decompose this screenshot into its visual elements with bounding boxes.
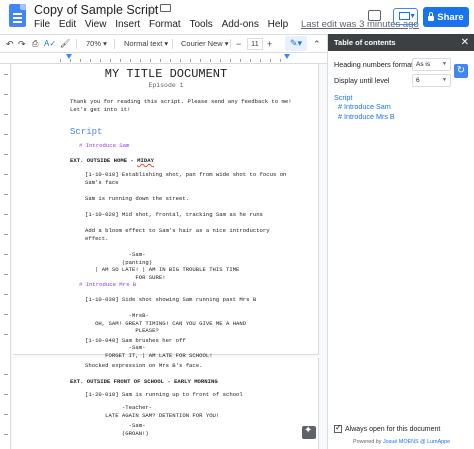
- zoom-value: 70%: [86, 39, 102, 48]
- scene-heading-1-time: MIDAY: [137, 157, 154, 164]
- toc-link-introduce-sam[interactable]: # Introduce Sam: [334, 102, 395, 111]
- numbers-format-select[interactable]: As is ▼: [412, 58, 451, 71]
- ruler-ticks: [60, 55, 290, 62]
- divider: [230, 39, 231, 49]
- dialogue-2: -MrsB- OH, SAM! GREAT TIMING! CAN YOU GI…: [95, 312, 247, 334]
- toc-sidebar: Table of contents ✕ Heading numbers form…: [327, 34, 474, 449]
- menu-tools[interactable]: Tools: [189, 19, 212, 30]
- always-open-label: Always open for this document: [345, 425, 441, 433]
- font-value: Courier New: [181, 39, 223, 48]
- intro-paragraph: Thank you for reading this script. Pleas…: [70, 98, 292, 113]
- vertical-ruler: [0, 64, 11, 449]
- editing-mode-button[interactable]: ✎▾: [285, 36, 307, 51]
- menu-help[interactable]: Help: [268, 19, 289, 30]
- toc-heading-mrsb: # Introduce Mrs B: [79, 281, 137, 288]
- zoom-select[interactable]: 70% ▾: [86, 38, 107, 50]
- collapse-icon[interactable]: ⌃: [313, 38, 321, 50]
- always-open-option[interactable]: Always open for this document: [334, 423, 441, 433]
- shot-1: [1-10-010] Establishing shot, pan from w…: [85, 171, 287, 186]
- docs-logo-icon[interactable]: [9, 4, 26, 27]
- menu-bar: File Edit View Insert Format Tools Add-o…: [34, 19, 425, 30]
- document-page-1[interactable]: MY TITLE DOCUMENT Episode 1 Thank you fo…: [13, 64, 319, 355]
- menu-addons[interactable]: Add-ons: [222, 19, 259, 30]
- display-level-label: Display until level: [334, 76, 390, 85]
- script-heading: Script: [70, 127, 103, 137]
- scene-heading-1: EXT. OUTSIDE HOME - MIDAY: [70, 157, 154, 165]
- document-canvas[interactable]: MY TITLE DOCUMENT Episode 1 Thank you fo…: [0, 64, 327, 449]
- paint-format-icon[interactable]: 🖌: [60, 38, 70, 50]
- undo-icon[interactable]: ↶: [6, 38, 14, 50]
- action-2: Add a bloom effect to Sam's hair as a ni…: [85, 227, 270, 242]
- divider: [76, 39, 77, 49]
- share-label: Share: [437, 11, 464, 23]
- left-indent-marker[interactable]: [66, 54, 72, 59]
- numbers-format-value: As is: [416, 61, 431, 68]
- font-size-field[interactable]: 11: [247, 38, 263, 50]
- scene-heading-1-text: EXT. OUTSIDE HOME -: [70, 157, 138, 164]
- toc-link-introduce-mrsb[interactable]: # Introduce Mrs B: [334, 112, 395, 121]
- dialogue-4: -Teacher- LATE AGAIN SAM? DETENTION FOR …: [105, 404, 220, 419]
- folder-icon[interactable]: [160, 4, 171, 12]
- menu-insert[interactable]: Insert: [115, 19, 140, 30]
- right-indent-marker[interactable]: [284, 54, 290, 59]
- sidebar-header: Table of contents ✕: [328, 34, 474, 51]
- toc-heading-sam: # Introduce Sam: [79, 142, 130, 149]
- dialogue-5: -Sam- (GROAN!): [121, 422, 149, 437]
- display-level-select[interactable]: 6 ▼: [412, 74, 451, 87]
- redo-icon[interactable]: ↷: [18, 38, 26, 50]
- chevron-down-icon: ▼: [442, 61, 447, 67]
- scene-heading-2: EXT. OUTSIDE FRONT OF SCHOOL - EARLY MOR…: [70, 378, 218, 385]
- share-button[interactable]: Share: [423, 7, 469, 27]
- divider: [172, 39, 173, 49]
- spellcheck-icon[interactable]: A✓: [44, 38, 56, 50]
- menu-file[interactable]: File: [34, 19, 50, 30]
- close-icon[interactable]: ✕: [461, 34, 469, 51]
- comment-history-icon[interactable]: [368, 10, 381, 21]
- present-button[interactable]: ▼: [393, 8, 418, 25]
- always-open-checkbox[interactable]: [334, 423, 342, 433]
- increase-size-icon[interactable]: +: [267, 38, 272, 50]
- powered-prefix: Powered by: [353, 439, 383, 445]
- menu-view[interactable]: View: [85, 19, 107, 30]
- horizontal-ruler[interactable]: [0, 53, 327, 64]
- decrease-size-icon[interactable]: −: [236, 38, 241, 50]
- powered-by: Powered by Josué MOENS @ LumAppe: [353, 439, 450, 445]
- divider: [114, 39, 115, 49]
- dialogue-1: -Sam- (panting) | AM SO LATE! | AM IN BI…: [95, 251, 240, 281]
- app-header: Copy of Sample Script ☆ File Edit View I…: [0, 0, 474, 34]
- font-select[interactable]: Courier New ▾: [181, 38, 229, 50]
- sidebar-title: Table of contents: [334, 38, 396, 47]
- print-icon[interactable]: ⎙: [32, 38, 38, 50]
- display-level-value: 6: [416, 77, 420, 84]
- action-1: Sam is running down the street.: [85, 195, 190, 202]
- shot-3: [1-10-030] Side shot showing Sam running…: [85, 296, 257, 303]
- explore-button[interactable]: [302, 425, 316, 439]
- style-select[interactable]: Normal text ▾: [124, 38, 168, 50]
- menu-format[interactable]: Format: [149, 19, 181, 30]
- shot-2: [1-10-020] Mid shot, frontal, tracking S…: [85, 211, 263, 218]
- refresh-icon: ↻: [456, 65, 466, 76]
- star-icon[interactable]: ☆: [147, 3, 157, 16]
- numbers-format-label: Heading numbers format: [334, 60, 414, 69]
- toc-list: Script # Introduce Sam # Introduce Mrs B: [334, 93, 395, 121]
- action-3: Shocked expression on Mrs B's face.: [85, 362, 203, 369]
- chevron-down-icon: ▼: [409, 13, 416, 20]
- doc-title-heading: MY TITLE DOCUMENT: [104, 67, 228, 81]
- dialogue-3: -Sam- FORGET IT, | AM LATE FOR SCHOOL!: [105, 344, 213, 359]
- pencil-icon: ✎▾: [289, 38, 303, 48]
- doc-subtitle: Episode 1: [148, 82, 184, 89]
- style-value: Normal text: [124, 39, 163, 48]
- menu-edit[interactable]: Edit: [59, 19, 76, 30]
- powered-by-link[interactable]: Josué MOENS @ LumAppe: [383, 439, 450, 445]
- chevron-down-icon: ▼: [442, 77, 447, 83]
- toc-link-script[interactable]: Script: [334, 93, 395, 102]
- refresh-button[interactable]: ↻: [454, 64, 468, 78]
- toolbar: ↶ ↷ ⎙ A✓ 🖌 70% ▾ Normal text ▾ Courier N…: [0, 34, 327, 53]
- document-page-2[interactable]: -Sam- FORGET IT, | AM LATE FOR SCHOOL! S…: [13, 344, 319, 449]
- shot-5: [1-20-010] Sam is running up to front of…: [85, 391, 243, 398]
- document-title[interactable]: Copy of Sample Script: [34, 3, 158, 17]
- lock-icon: [428, 11, 435, 21]
